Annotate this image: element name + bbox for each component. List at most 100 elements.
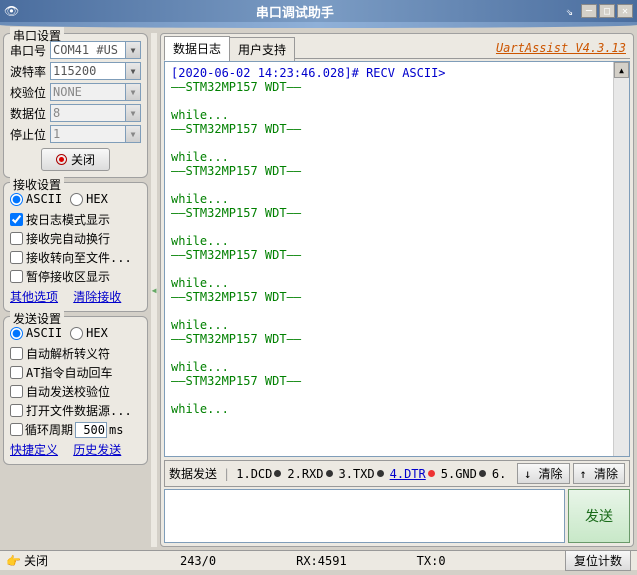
splitter[interactable]: ◀: [151, 33, 157, 547]
databits-label: 数据位: [10, 105, 48, 122]
stopbits-label: 停止位: [10, 126, 48, 143]
log-line: while...: [171, 192, 623, 206]
recv-pause-check[interactable]: 暂停接收区显示: [10, 268, 141, 285]
send-escape-check[interactable]: 自动解析转义符: [10, 345, 141, 362]
tab-support[interactable]: 用户支持: [229, 37, 295, 61]
send-quick-link[interactable]: 快捷定义: [10, 443, 58, 457]
app-icon: 👁: [4, 4, 24, 18]
rxd-indicator[interactable]: 2.RXD: [287, 467, 332, 481]
cycle-input[interactable]: [75, 422, 107, 438]
version-link[interactable]: UartAssist V4.3.13: [496, 41, 626, 55]
dcd-indicator[interactable]: 1.DCD: [236, 467, 281, 481]
send-autocheck-check[interactable]: 自动发送校验位: [10, 383, 141, 400]
ready-icon: 👉: [6, 554, 21, 568]
cycle-unit: ms: [109, 423, 123, 437]
tabs: 数据日志 用户支持 UartAssist V4.3.13: [164, 37, 630, 59]
log-line: while...: [171, 150, 623, 164]
recv-tofile-check[interactable]: 接收转向至文件...: [10, 249, 141, 266]
log-line: ——STM32MP157 WDT——: [171, 332, 623, 346]
scroll-up-icon[interactable]: ▲: [614, 62, 629, 78]
recv-more-link[interactable]: 其他选项: [10, 290, 58, 304]
port-settings-group: 串口设置 串口号 COM41 #US▼ 波特率 115200▼ 校验位 NONE…: [3, 33, 148, 178]
chevron-down-icon[interactable]: ▼: [125, 42, 140, 58]
recv-ascii-radio[interactable]: ASCII: [10, 192, 62, 206]
connect-status-icon: [56, 154, 67, 165]
recv-settings-title: 接收设置: [10, 176, 64, 193]
databits-combo[interactable]: 8▼: [50, 104, 141, 122]
maximize-button[interactable]: □: [599, 4, 615, 18]
log-area[interactable]: [2020-06-02 14:23:46.028]# RECV ASCII> —…: [164, 61, 630, 457]
log-line: ——STM32MP157 WDT——: [171, 164, 623, 178]
log-line: ——STM32MP157 WDT——: [171, 80, 623, 94]
minimize-button[interactable]: ─: [581, 4, 597, 18]
port-combo[interactable]: COM41 #US▼: [50, 41, 141, 59]
tab-log[interactable]: 数据日志: [164, 36, 230, 61]
chevron-down-icon[interactable]: ▼: [125, 105, 140, 121]
parity-label: 校验位: [10, 84, 48, 101]
log-line: ——STM32MP157 WDT——: [171, 206, 623, 220]
recv-hex-radio[interactable]: HEX: [70, 192, 108, 206]
log-line: ——STM32MP157 WDT——: [171, 374, 623, 388]
log-line: while...: [171, 108, 623, 122]
titlebar-decoration: [0, 22, 637, 28]
gnd-indicator[interactable]: 5.GND: [441, 467, 486, 481]
reset-count-button[interactable]: 复位计数: [565, 550, 631, 571]
chevron-down-icon[interactable]: ▼: [125, 84, 140, 100]
send-settings-group: 发送设置 ASCII HEX 自动解析转义符 AT指令自动回车 自动发送校验位 …: [3, 316, 148, 465]
clear-up-button[interactable]: ↑ 清除: [573, 463, 625, 484]
log-line: while...: [171, 318, 623, 332]
status-rx: RX:4591: [288, 554, 355, 568]
recv-clear-link[interactable]: 清除接收: [73, 290, 121, 304]
stopbits-combo[interactable]: 1▼: [50, 125, 141, 143]
status-counts: 243/0: [172, 554, 224, 568]
dot-icon: [479, 470, 486, 477]
baud-combo[interactable]: 115200▼: [50, 62, 141, 80]
port-close-button[interactable]: 关闭: [41, 148, 110, 171]
send-header: 数据发送 | 1.DCD 2.RXD 3.TXD 4.DTR 5.GND 6. …: [164, 460, 630, 487]
send-input[interactable]: [164, 489, 565, 543]
splitter-arrow-icon: ◀: [152, 286, 157, 295]
send-history-link[interactable]: 历史发送: [73, 443, 121, 457]
status-ready: 👉 关闭: [6, 552, 48, 569]
ind6-indicator[interactable]: 6.: [492, 467, 506, 481]
parity-combo[interactable]: NONE▼: [50, 83, 141, 101]
titlebar: 👁 串口调试助手 ⇘ ─ □ ✕: [0, 0, 637, 22]
baud-label: 波特率: [10, 63, 48, 80]
send-button[interactable]: 发送: [568, 489, 630, 543]
dot-icon: [428, 470, 435, 477]
log-header: [2020-06-02 14:23:46.028]# RECV ASCII>: [171, 66, 623, 80]
send-cycle-check[interactable]: [10, 423, 23, 436]
recv-logmode-check[interactable]: 按日志模式显示: [10, 211, 141, 228]
send-title: 数据发送: [169, 465, 217, 482]
send-ascii-radio[interactable]: ASCII: [10, 326, 62, 340]
recv-settings-group: 接收设置 ASCII HEX 按日志模式显示 接收完自动换行 接收转向至文件..…: [3, 182, 148, 312]
send-openfile-check[interactable]: 打开文件数据源...: [10, 402, 141, 419]
recv-autowrap-check[interactable]: 接收完自动换行: [10, 230, 141, 247]
chevron-down-icon[interactable]: ▼: [125, 63, 140, 79]
dot-icon: [377, 470, 384, 477]
log-line: ——STM32MP157 WDT——: [171, 122, 623, 136]
chevron-down-icon[interactable]: ▼: [125, 126, 140, 142]
dot-icon: [274, 470, 281, 477]
dtr-indicator[interactable]: 4.DTR: [390, 467, 435, 481]
clear-down-button[interactable]: ↓ 清除: [517, 463, 569, 484]
send-hex-radio[interactable]: HEX: [70, 326, 108, 340]
scrollbar[interactable]: ▲: [613, 62, 629, 456]
pin-icon[interactable]: ⇘: [566, 4, 573, 18]
dot-icon: [326, 470, 333, 477]
cycle-label: 循环周期: [25, 421, 73, 438]
log-line: while...: [171, 360, 623, 374]
close-window-button[interactable]: ✕: [617, 4, 633, 18]
statusbar: 👉 关闭 243/0 RX:4591 TX:0 复位计数: [0, 550, 637, 570]
txd-indicator[interactable]: 3.TXD: [339, 467, 384, 481]
log-line: while...: [171, 276, 623, 290]
log-line: ——STM32MP157 WDT——: [171, 290, 623, 304]
log-line: ——STM32MP157 WDT——: [171, 248, 623, 262]
send-atcr-check[interactable]: AT指令自动回车: [10, 364, 141, 381]
status-tx: TX:0: [409, 554, 454, 568]
port-label: 串口号: [10, 42, 48, 59]
window-title: 串口调试助手: [24, 2, 566, 21]
log-line: while...: [171, 402, 623, 416]
log-line: while...: [171, 234, 623, 248]
send-settings-title: 发送设置: [10, 310, 64, 327]
